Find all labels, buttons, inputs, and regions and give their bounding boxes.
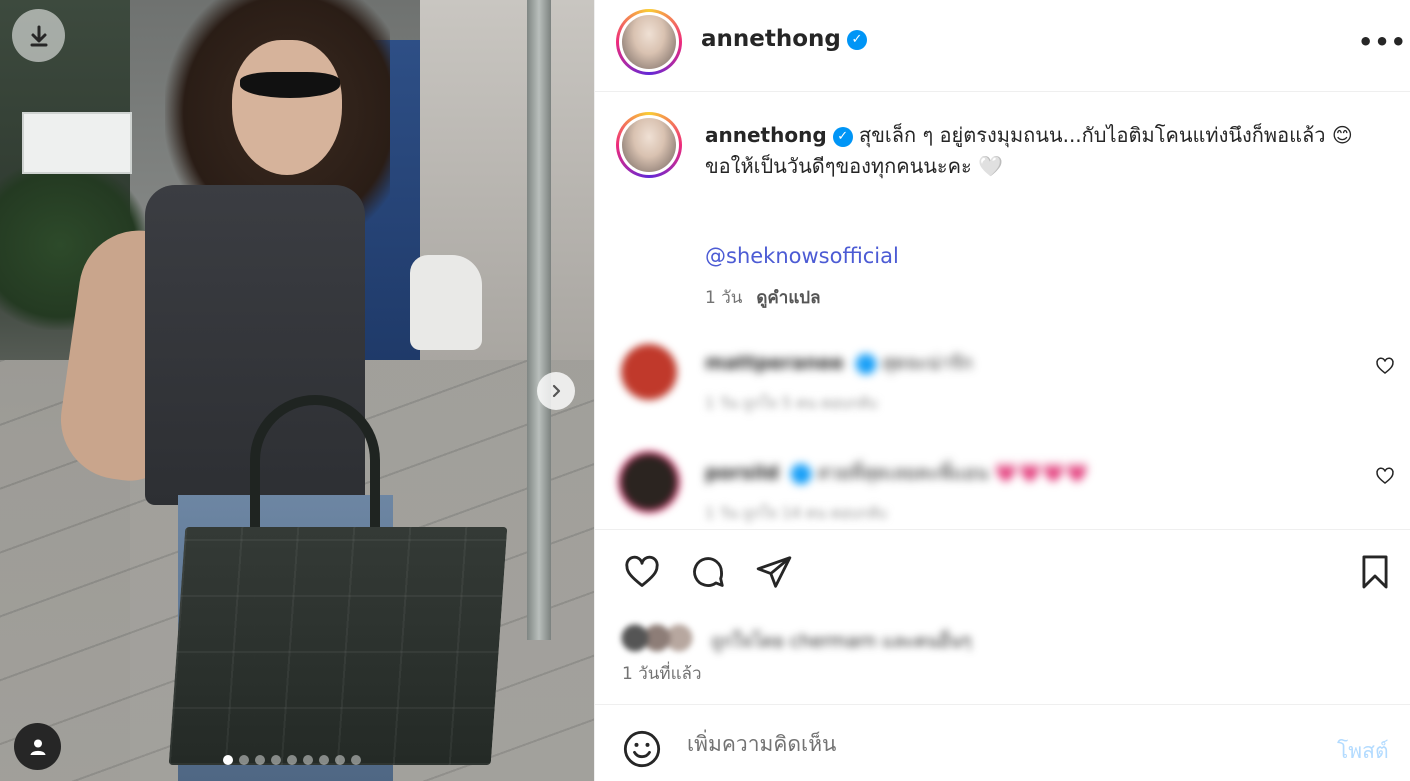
heart-icon — [1376, 467, 1394, 485]
verified-badge-icon: ✓ — [832, 126, 853, 147]
instagram-post-view: annethong ✓ ••• annethong ✓ สุขเล็ก ๆ อยู่… — [0, 0, 1410, 781]
user-icon — [30, 739, 45, 755]
carousel-dot[interactable] — [239, 755, 249, 765]
comment-username[interactable]: porsild — [705, 462, 779, 484]
tagged-users-button[interactable] — [14, 723, 61, 770]
author-username[interactable]: annethong ✓ — [701, 26, 867, 52]
post-sidebar: annethong ✓ ••• annethong ✓ สุขเล็ก ๆ อยู่… — [594, 0, 1410, 781]
likes-text: ถูกใจโดย chermarn และคนอื่นๆ — [711, 631, 972, 652]
comment-item: mattperanee ✓ สุดจะน่ารัก 1 วัน ถูกใจ 5 … — [595, 344, 1410, 424]
comment-button[interactable] — [688, 553, 728, 595]
author-avatar[interactable] — [616, 9, 682, 75]
photo-woman-face — [232, 40, 342, 175]
verified-badge-icon: ✓ — [846, 29, 867, 50]
caption-age: 1 วัน — [705, 288, 743, 308]
download-button[interactable] — [12, 9, 65, 62]
comment-text: สุดจะน่ารัก — [881, 352, 973, 374]
comment-avatar[interactable] — [621, 344, 677, 400]
chevron-right-icon — [552, 384, 561, 398]
likers-avatars — [621, 624, 701, 652]
share-button[interactable] — [754, 553, 794, 595]
comment-avatar[interactable] — [621, 454, 677, 510]
emoji-icon — [623, 730, 661, 768]
post-photo[interactable] — [0, 0, 594, 781]
save-button[interactable] — [1355, 553, 1395, 595]
comment-meta: 1 วัน ถูกใจ 5 คน ตอบกลับ — [705, 394, 878, 412]
comment-composer: โพสต์ — [595, 705, 1410, 781]
caption-username[interactable]: annethong — [705, 123, 827, 147]
heart-icon — [1376, 357, 1394, 375]
comment-username[interactable]: mattperanee — [705, 352, 844, 374]
send-icon — [756, 556, 792, 588]
caption-text: annethong ✓ สุขเล็ก ๆ อยู่ตรงมุมถนน...กับ… — [705, 120, 1385, 182]
caption-line-2: ขอให้เป็นวันดีๆของทุกคนนะคะ 🤍 — [705, 154, 1004, 178]
photo-car — [410, 255, 482, 350]
caption-avatar[interactable] — [616, 112, 682, 178]
bookmark-icon — [1362, 555, 1388, 589]
carousel-dot[interactable] — [287, 755, 297, 765]
photo-woman-sunglasses — [240, 72, 340, 98]
caption-mention-link[interactable]: @sheknowsofficial — [705, 244, 899, 268]
comment-input[interactable] — [687, 727, 1287, 761]
carousel-dot[interactable] — [303, 755, 313, 765]
carousel-dot[interactable] — [319, 755, 329, 765]
comment-body: mattperanee ✓ สุดจะน่ารัก — [705, 348, 973, 378]
more-options-button[interactable]: ••• — [1358, 28, 1407, 56]
carousel-dot[interactable] — [223, 755, 233, 765]
comment-icon — [693, 557, 724, 587]
post-actions: ถูกใจโดย chermarn และคนอื่นๆ 1 วันที่แล้… — [595, 529, 1410, 705]
post-comment-button[interactable]: โพสต์ — [1337, 735, 1389, 768]
carousel-next-button[interactable] — [537, 372, 575, 410]
post-header: annethong ✓ ••• — [595, 0, 1410, 92]
carousel-dot[interactable] — [271, 755, 281, 765]
download-icon — [30, 25, 47, 46]
comment-body: porsild ✓ สวยที่สุดเลยคะพี่แอน 💗💗💗💗 — [705, 458, 1089, 488]
post-time-ago[interactable]: 1 วันที่แล้ว — [622, 660, 702, 687]
comment-meta: 1 วัน ถูกใจ 14 คน ตอบกลับ — [705, 504, 887, 522]
caption-line-1: สุขเล็ก ๆ อยู่ตรงมุมถนน...กับไอติมโคนแท่… — [859, 123, 1353, 147]
emoji-button[interactable] — [622, 729, 662, 773]
see-translation-link[interactable]: ดูคำแปล — [756, 288, 820, 308]
carousel-dot[interactable] — [351, 755, 361, 765]
carousel-dot[interactable] — [255, 755, 265, 765]
like-button[interactable] — [622, 553, 662, 595]
comment-like-button[interactable] — [1375, 356, 1395, 380]
photo-shop-sign — [22, 112, 132, 174]
heart-icon — [625, 555, 659, 587]
verified-badge-icon: ✓ — [855, 353, 876, 374]
caption-meta: 1 วัน ดูคำแปล — [705, 284, 821, 311]
author-username-text: annethong — [701, 26, 841, 52]
comment-item: porsild ✓ สวยที่สุดเลยคะพี่แอน 💗💗💗💗 1 วั… — [595, 454, 1410, 534]
photo-pole — [527, 0, 551, 640]
comment-text: สวยที่สุดเลยคะพี่แอน 💗💗💗💗 — [817, 462, 1089, 484]
photo-bag — [168, 527, 508, 765]
verified-badge-icon: ✓ — [791, 463, 812, 484]
carousel-dot[interactable] — [335, 755, 345, 765]
comment-like-button[interactable] — [1375, 466, 1395, 490]
carousel-dots — [223, 755, 361, 765]
